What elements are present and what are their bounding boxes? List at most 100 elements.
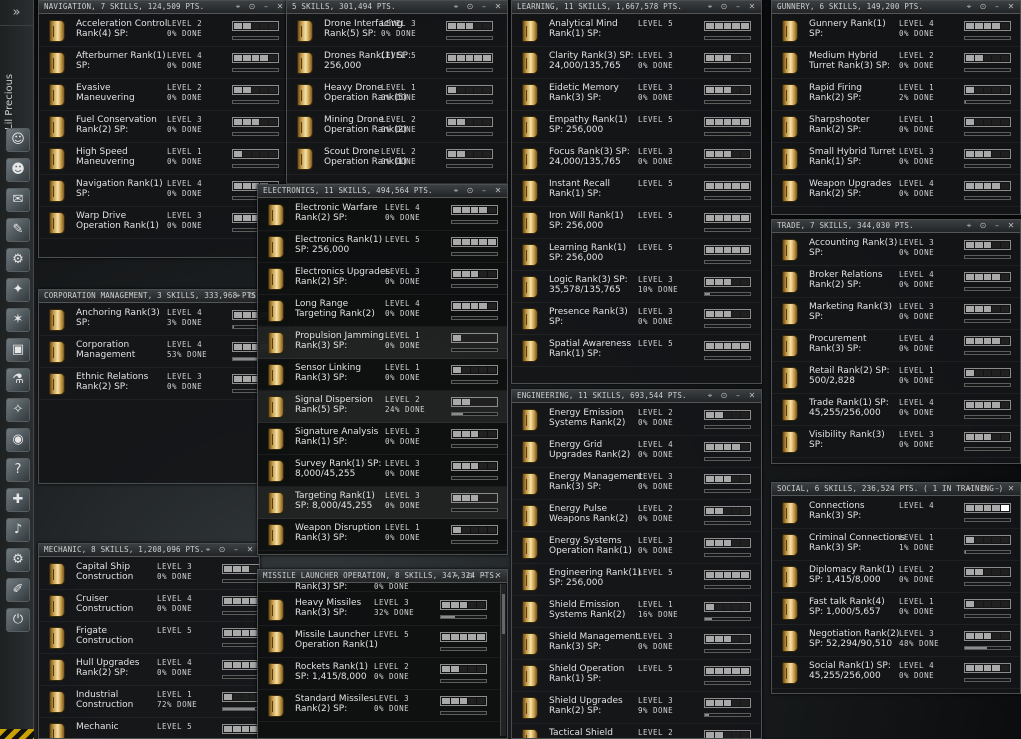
scrollbar[interactable] bbox=[500, 584, 506, 736]
skill-row[interactable]: Connections Rank(3) SP: LEVEL 4 bbox=[772, 497, 1020, 529]
skill-row[interactable]: Warp Drive Operation Rank(1) LEVEL 3 0% DON… bbox=[39, 207, 289, 239]
skill-row[interactable]: Scout Drone Operation Rank(1) LEVEL 2 0% DO… bbox=[287, 143, 507, 175]
skill-row[interactable]: Drones Rank(1) SP: 256,000 LEVEL 5 bbox=[287, 47, 507, 79]
skill-row[interactable]: Iron Will Rank(1) SP: 256,000 LEVEL 5 bbox=[512, 207, 761, 239]
skill-row[interactable]: Weapon Upgrades Rank(2) SP: LEVEL 4 0% DONE bbox=[772, 175, 1020, 207]
minimize-icon[interactable]: – bbox=[990, 220, 1004, 232]
minimize-icon[interactable]: – bbox=[477, 185, 491, 197]
help-icon[interactable]: ? bbox=[6, 458, 30, 482]
skill-row[interactable]: Shield Management Rank(3) SP: LEVEL 3 0% DO… bbox=[512, 628, 761, 660]
skill-row[interactable]: Standard Missiles Rank(2) SP: LEVEL 3 0% DO… bbox=[258, 690, 507, 722]
science-industry-icon[interactable]: ⚗ bbox=[6, 368, 30, 392]
options-icon[interactable]: ⊙ bbox=[463, 1, 477, 13]
skill-row[interactable]: Heavy Drone Operation Rank(5) LEVEL 1 0% DO… bbox=[287, 79, 507, 111]
skill-row[interactable]: Long Range Targeting Rank(2) LEVEL 4 0% DON… bbox=[258, 295, 507, 327]
character-name[interactable]: Lil Precious bbox=[4, 72, 30, 132]
skill-row[interactable]: Shield Upgrades Rank(2) SP: LEVEL 3 9% DONE bbox=[512, 692, 761, 724]
pin-icon[interactable]: ⌖ bbox=[962, 220, 976, 232]
market-icon[interactable]: ▣ bbox=[6, 338, 30, 362]
skill-row[interactable]: Fuel Conservation Rank(2) SP: LEVEL 3 0% DO… bbox=[39, 111, 289, 143]
skill-row[interactable]: Small Hybrid Turret Rank(1) SP: LEVEL 3 0% … bbox=[772, 143, 1020, 175]
close-icon[interactable]: ✕ bbox=[273, 1, 287, 13]
skill-row[interactable]: Focus Rank(3) SP: 24,000/135,765 LEVEL 3 0%… bbox=[512, 143, 761, 175]
corporation-icon[interactable]: ✧ bbox=[6, 398, 30, 422]
window-titlebar[interactable]: ENGINEERING, 11 SKILLS, 693,544 PTS. ⌖ ⊙ – ✕ bbox=[512, 390, 761, 403]
pin-icon[interactable]: ⌖ bbox=[962, 483, 976, 495]
skill-row[interactable]: Heavy Missiles Rank(3) SP: LEVEL 3 32% DONE bbox=[258, 594, 507, 626]
skill-row[interactable]: Afterburner Rank(1) SP: LEVEL 4 0% DONE bbox=[39, 47, 289, 79]
skill-row[interactable]: Sharpshooter Rank(2) SP: LEVEL 1 0% DONE bbox=[772, 111, 1020, 143]
close-icon[interactable]: ✕ bbox=[1004, 483, 1018, 495]
skill-row[interactable]: Capital Ship Construction LEVEL 3 0% DONE bbox=[39, 558, 259, 590]
skill-row[interactable]: Tactical Shield LEVEL 2 bbox=[512, 724, 761, 738]
skill-row[interactable]: Electronics Upgrades Rank(2) SP: LEVEL 3 0%… bbox=[258, 263, 507, 295]
skill-row[interactable]: Visibility Rank(3) SP: LEVEL 3 0% DONE bbox=[772, 426, 1020, 458]
close-icon[interactable]: ✕ bbox=[491, 570, 505, 582]
skill-row[interactable]: Drone Interfacing Rank(5) SP: LEVEL 3 0% DO… bbox=[287, 15, 507, 47]
skill-row[interactable]: Diplomacy Rank(1) SP: 1,415/8,000 LEVEL 20… bbox=[772, 561, 1020, 593]
options-icon[interactable]: ⊙ bbox=[215, 544, 229, 556]
skill-row[interactable]: Retail Rank(2) SP: 500/2,828 LEVEL 1 0% DON… bbox=[772, 362, 1020, 394]
skill-row[interactable]: Energy Grid Upgrades Rank(2) LEVEL 4 0% DON… bbox=[512, 436, 761, 468]
skill-row[interactable]: Learning Rank(1) SP: 256,000 LEVEL 5 bbox=[512, 239, 761, 271]
skill-row[interactable]: Gunnery Rank(1) SP: LEVEL 4 0% DONE bbox=[772, 15, 1020, 47]
window-titlebar[interactable]: TRADE, 7 SKILLS, 344,030 PTS. ⌖ ⊙ – ✕ bbox=[772, 220, 1020, 233]
options-icon[interactable]: ⊙ bbox=[245, 1, 259, 13]
skill-row[interactable]: Navigation Rank(1) SP: LEVEL 4 0% DONE bbox=[39, 175, 289, 207]
pin-icon[interactable]: ⌖ bbox=[449, 185, 463, 197]
skill-row[interactable]: Rockets Rank(1) SP: 1,415/8,000 LEVEL 2 0% … bbox=[258, 658, 507, 690]
minimize-icon[interactable]: – bbox=[731, 390, 745, 402]
skill-row[interactable]: Mining Drone Operation Rank(2) LEVEL 2 0% D… bbox=[287, 111, 507, 143]
neocom-expand-button[interactable]: » bbox=[0, 0, 33, 26]
skill-row[interactable]: Energy Pulse Weapons Rank(2) LEVEL 2 0% DON… bbox=[512, 500, 761, 532]
notepad-icon[interactable]: ✎ bbox=[6, 218, 30, 242]
options-icon[interactable]: ⊙ bbox=[463, 570, 477, 582]
map-icon[interactable]: ✦ bbox=[6, 278, 30, 302]
skill-row[interactable]: Shield Emission Systems Rank(2) LEVEL 1 16%… bbox=[512, 596, 761, 628]
pin-icon[interactable]: ⌖ bbox=[703, 1, 717, 13]
pin-icon[interactable]: ⌖ bbox=[449, 570, 463, 582]
minimize-icon[interactable]: – bbox=[229, 544, 243, 556]
skill-row[interactable]: Signal Dispersion Rank(5) SP: LEVEL 2 24% D… bbox=[258, 391, 507, 423]
skill-row[interactable]: Electronics Rank(1) SP: 256,000 LEVEL 5 bbox=[258, 231, 507, 263]
window-titlebar[interactable]: LEARNING, 11 SKILLS, 1,667,578 PTS. ⌖ ⊙ – ✕ bbox=[512, 1, 761, 14]
window-titlebar[interactable]: ELECTRONICS, 11 SKILLS, 494,564 PTS. ⌖ ⊙ – ✕ bbox=[258, 185, 507, 198]
minimize-icon[interactable]: – bbox=[731, 1, 745, 13]
skill-row[interactable]: Sensor Linking Rank(3) SP: LEVEL 1 0% DONE bbox=[258, 359, 507, 391]
close-icon[interactable]: ✕ bbox=[1004, 220, 1018, 232]
skill-row[interactable]: Social Rank(1) SP: 45,255/256,000 LEVEL 40… bbox=[772, 657, 1020, 689]
fitting-icon[interactable]: ✚ bbox=[6, 488, 30, 512]
window-titlebar[interactable]: 5 SKILLS, 301,494 PTS. ⌖ ⊙ – ✕ bbox=[287, 1, 507, 14]
skill-row[interactable]: Ethnic Relations Rank(2) SP: LEVEL 3 0% DON… bbox=[39, 368, 289, 400]
pin-icon[interactable]: ⌖ bbox=[201, 544, 215, 556]
pin-icon[interactable]: ⌖ bbox=[449, 1, 463, 13]
pin-icon[interactable]: ⌖ bbox=[962, 1, 976, 13]
options-icon[interactable]: ⊙ bbox=[717, 390, 731, 402]
minimize-icon[interactable]: – bbox=[259, 1, 273, 13]
skill-row[interactable]: Energy Management Rank(3) SP: LEVEL 3 0% DO… bbox=[512, 468, 761, 500]
skill-row[interactable]: Propulsion Jamming Rank(3) SP: LEVEL 1 0% D… bbox=[258, 327, 507, 359]
mail-icon[interactable]: ✉ bbox=[6, 188, 30, 212]
skill-row[interactable]: Negotiation Rank(2) SP: 52,294/90,510 LEVE… bbox=[772, 625, 1020, 657]
minimize-icon[interactable]: – bbox=[477, 1, 491, 13]
minimize-icon[interactable]: – bbox=[990, 1, 1004, 13]
skill-row[interactable]: Hull Upgrades Rank(2) SP: LEVEL 4 0% DONE bbox=[39, 654, 259, 686]
minimize-icon[interactable]: – bbox=[990, 483, 1004, 495]
skill-row[interactable]: Clarity Rank(3) SP: 24,000/135,765 LEVEL 3… bbox=[512, 47, 761, 79]
close-icon[interactable]: ✕ bbox=[243, 544, 257, 556]
skill-row[interactable]: Marketing Rank(3) SP: LEVEL 3 0% DONE bbox=[772, 298, 1020, 330]
skill-row[interactable]: Accounting Rank(3) SP: LEVEL 3 0% DONE bbox=[772, 234, 1020, 266]
starmap-icon[interactable]: ✶ bbox=[6, 308, 30, 332]
skill-row[interactable]: Industrial Construction LEVEL 1 72% DONE bbox=[39, 686, 259, 718]
window-titlebar[interactable]: CORPORATION MANAGEMENT, 3 SKILLS, 333,96… bbox=[39, 290, 289, 303]
options-icon[interactable]: ⊙ bbox=[717, 1, 731, 13]
skill-row[interactable]: Evasive Maneuvering LEVEL 2 0% DONE bbox=[39, 79, 289, 111]
journal-icon[interactable]: ✐ bbox=[6, 578, 30, 602]
browser-icon[interactable]: ◉ bbox=[6, 428, 30, 452]
log-off-icon[interactable]: ⏻ bbox=[6, 608, 30, 632]
window-titlebar[interactable]: GUNNERY, 6 SKILLS, 149,200 PTS. ⌖ ⊙ – ✕ bbox=[772, 1, 1020, 14]
skill-row[interactable]: Corporation Management LEVEL 4 53% DONE bbox=[39, 336, 289, 368]
skill-row[interactable]: Cruiser Construction LEVEL 4 0% DONE bbox=[39, 590, 259, 622]
skill-row[interactable]: Logic Rank(3) SP: 35,578/135,765 LEVEL 3 10… bbox=[512, 271, 761, 303]
skill-row[interactable]: Engineering Rank(1) SP: 256,000 LEVEL 5 bbox=[512, 564, 761, 596]
